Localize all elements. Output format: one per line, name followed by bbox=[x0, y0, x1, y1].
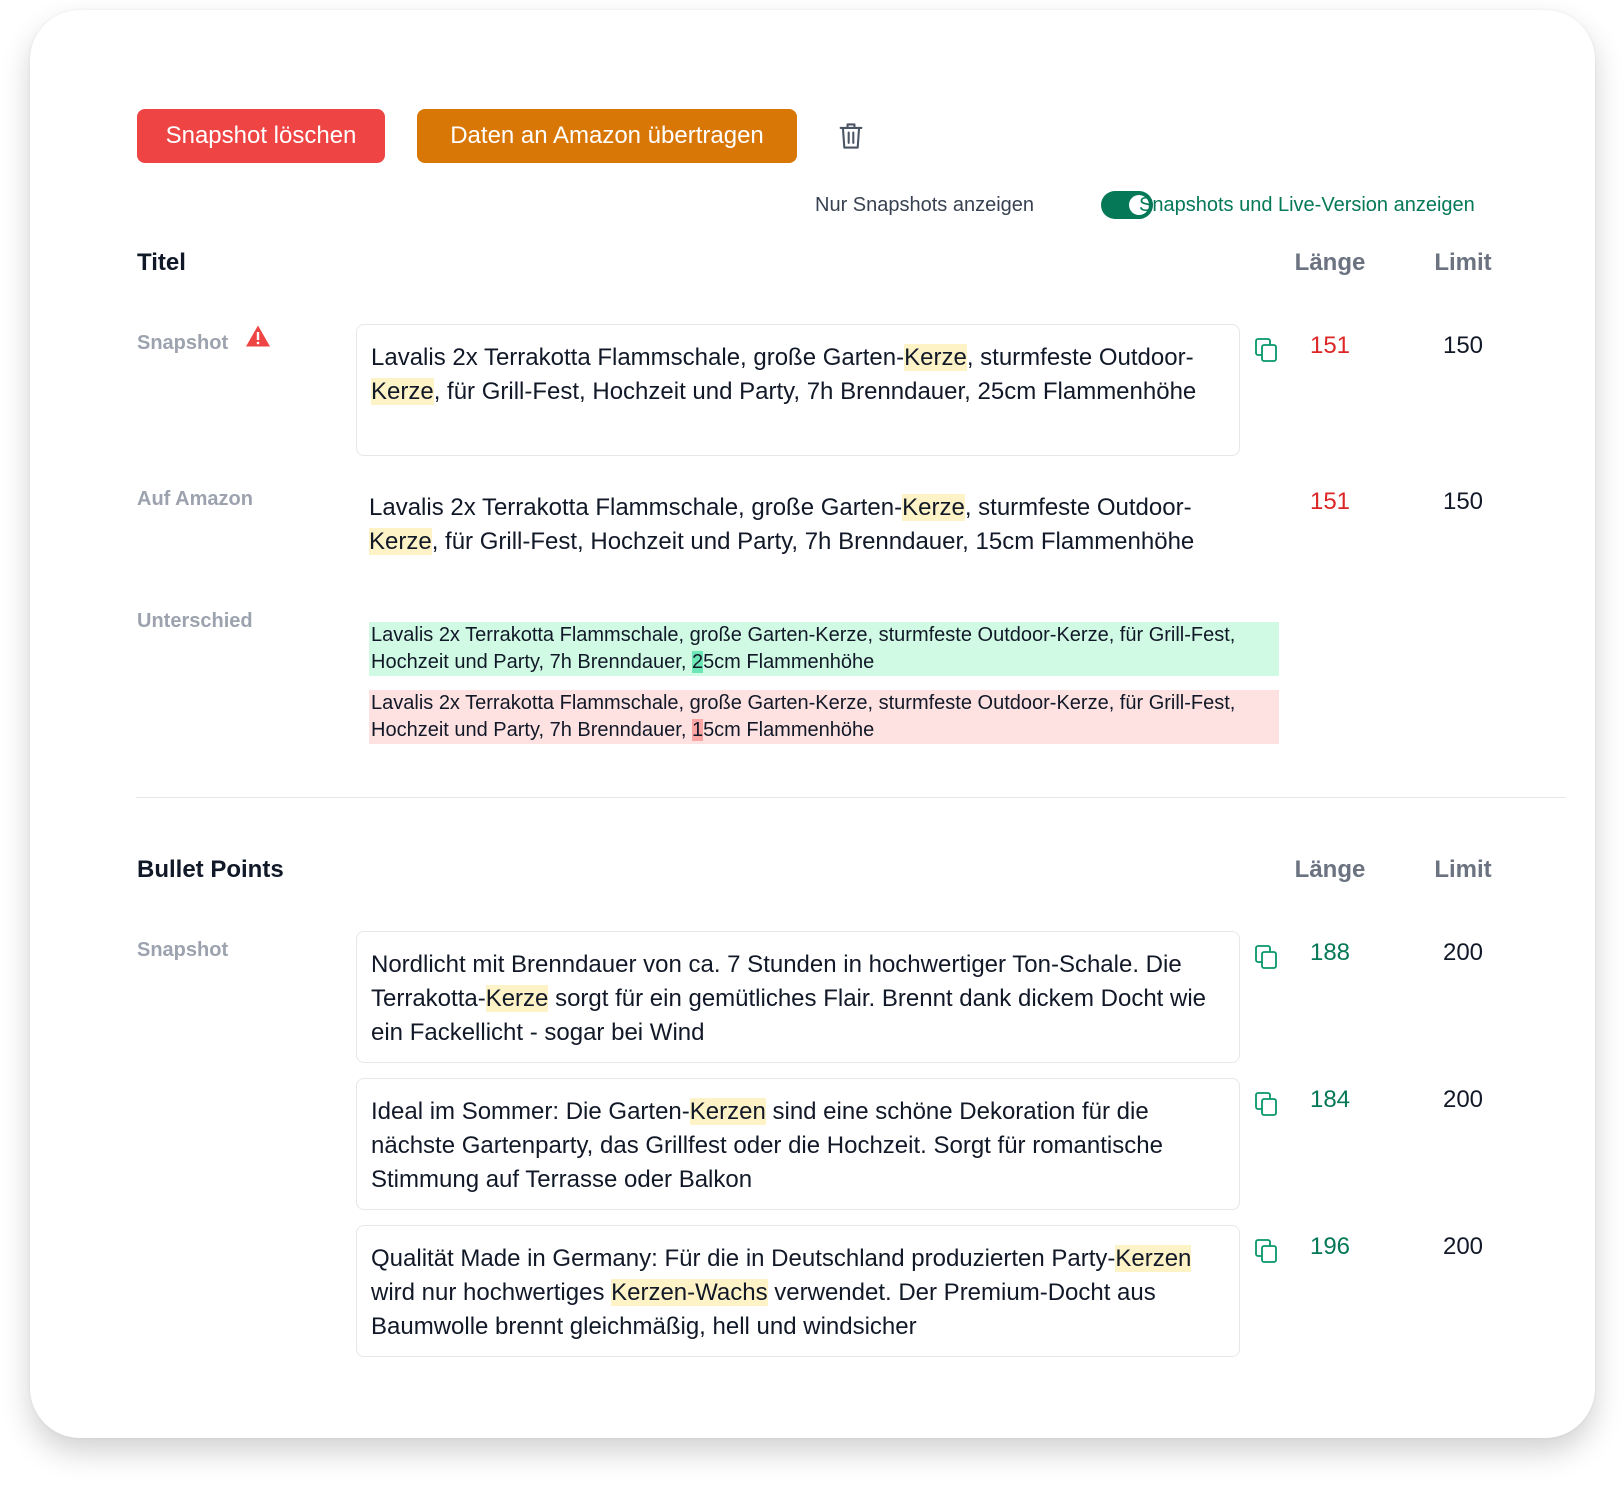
bullet-textbox-1[interactable]: Nordlicht mit Brenndauer von ca. 7 Stund… bbox=[356, 931, 1240, 1063]
diff-added-change: 2 bbox=[691, 651, 704, 673]
toggle-label-snapshots-only[interactable]: Nur Snapshots anzeigen bbox=[815, 194, 1034, 217]
row-label-snapshot: Snapshot bbox=[137, 332, 229, 354]
section-title-bullet-points: Bullet Points bbox=[137, 856, 284, 883]
bullet-2-length: 184 bbox=[1309, 1086, 1351, 1113]
bullet-3-length: 196 bbox=[1309, 1233, 1351, 1260]
trash-icon[interactable] bbox=[837, 121, 865, 151]
bullet-textbox-2[interactable]: Ideal im Sommer: Die Garten-Kerzen sind … bbox=[356, 1078, 1240, 1210]
keyword-highlight: Kerzen bbox=[689, 1098, 766, 1125]
keyword-highlight: Kerzen bbox=[1115, 1245, 1192, 1272]
title-snapshot-textbox[interactable]: Lavalis 2x Terrakotta Flammschale, große… bbox=[356, 324, 1240, 456]
keyword-highlight: Kerze bbox=[902, 494, 965, 521]
diff-added-after: 5cm Flammenhöhe bbox=[703, 651, 875, 673]
row-label-unterschied: Unterschied bbox=[137, 610, 253, 632]
title-amazon-length: 151 bbox=[1309, 488, 1351, 515]
bullet-1-limit: 200 bbox=[1442, 939, 1484, 966]
keyword-highlight: Kerze bbox=[369, 528, 432, 555]
warning-icon bbox=[246, 325, 270, 347]
column-header-limit: Limit bbox=[1434, 249, 1492, 276]
column-header-limit: Limit bbox=[1434, 856, 1492, 883]
bullet-3-limit: 200 bbox=[1442, 1233, 1484, 1260]
delete-snapshot-button[interactable]: Snapshot löschen bbox=[137, 109, 385, 163]
transfer-to-amazon-button[interactable]: Daten an Amazon übertragen bbox=[417, 109, 797, 163]
title-amazon-limit: 150 bbox=[1442, 488, 1484, 515]
title-snapshot-length: 151 bbox=[1309, 332, 1351, 359]
diff-removed-text: Lavalis 2x Terrakotta Flammschale, große… bbox=[369, 690, 1279, 744]
section-divider bbox=[136, 797, 1566, 798]
column-header-length: Länge bbox=[1294, 249, 1366, 276]
section-title-titel: Titel bbox=[137, 249, 186, 276]
bullet-1-length: 188 bbox=[1309, 939, 1351, 966]
bullet-textbox-3[interactable]: Qualität Made in Germany: Für die in Deu… bbox=[356, 1225, 1240, 1357]
content-card: Snapshot löschen Daten an Amazon übertra… bbox=[30, 10, 1595, 1438]
title-amazon-text: Lavalis 2x Terrakotta Flammschale, große… bbox=[369, 494, 1195, 555]
row-label-auf-amazon: Auf Amazon bbox=[137, 488, 253, 510]
bullet-2-limit: 200 bbox=[1442, 1086, 1484, 1113]
keyword-highlight: Kerze bbox=[371, 378, 434, 405]
diff-removed-after: 5cm Flammenhöhe bbox=[703, 719, 875, 741]
keyword-highlight: Kerze bbox=[485, 985, 549, 1012]
row-label-snapshot: Snapshot bbox=[137, 939, 229, 961]
toggle-label-snapshots-live[interactable]: Snapshots und Live-Version anzeigen bbox=[1139, 194, 1475, 217]
title-snapshot-limit: 150 bbox=[1442, 332, 1484, 359]
keyword-highlight: Kerze bbox=[904, 344, 967, 371]
diff-added-text: Lavalis 2x Terrakotta Flammschale, große… bbox=[369, 622, 1279, 676]
column-header-length: Länge bbox=[1294, 856, 1366, 883]
keyword-highlight: Kerzen-Wachs bbox=[611, 1279, 768, 1306]
diff-removed-change: 1 bbox=[691, 719, 704, 741]
